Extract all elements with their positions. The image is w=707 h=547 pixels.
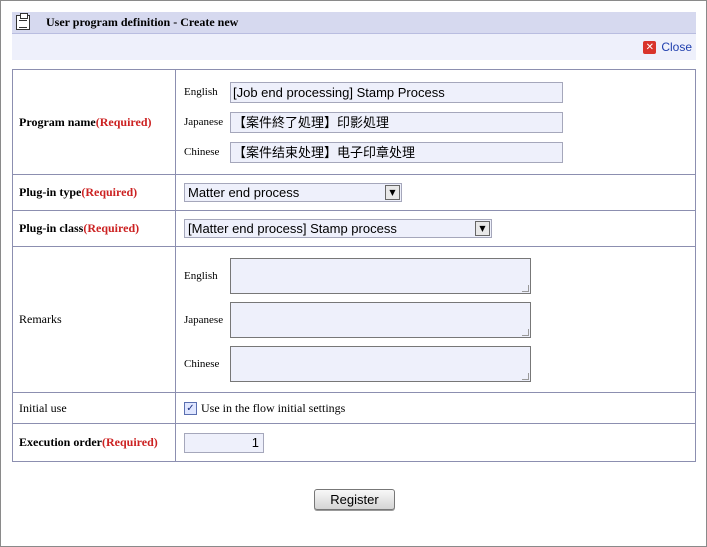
required-marker: (Required) bbox=[102, 435, 158, 449]
plugin-class-label: Plug-in class(Required) bbox=[12, 210, 176, 247]
plugin-class-field: [Matter end process] Stamp process ▼ bbox=[175, 210, 696, 247]
program-name-japanese-input[interactable]: 【案件終了処理】印影処理 bbox=[230, 111, 563, 133]
title-bar: User program definition - Create new bbox=[12, 12, 696, 34]
close-icon: ✕ bbox=[643, 40, 657, 54]
definition-form: Program name(Required) English [Job end … bbox=[12, 69, 696, 462]
chevron-down-icon[interactable]: ▼ bbox=[475, 221, 490, 236]
lang-label: Japanese bbox=[184, 313, 224, 326]
plugin-type-value: Matter end process bbox=[188, 185, 300, 200]
dialog-frame: User program definition - Create new ✕ C… bbox=[0, 0, 707, 547]
plugin-class-value: [Matter end process] Stamp process bbox=[188, 221, 397, 236]
remarks-chinese-row: Chinese bbox=[184, 342, 695, 386]
plugin-class-label-text: Plug-in class bbox=[19, 221, 84, 235]
initial-use-label: Initial use bbox=[12, 392, 176, 424]
lang-label: Chinese bbox=[184, 357, 220, 370]
program-name-chinese-row: Chinese 【案件结束处理】电子印章处理 bbox=[184, 137, 695, 167]
action-bar: ✕ Close bbox=[12, 34, 696, 60]
plugin-class-select[interactable]: [Matter end process] Stamp process ▼ bbox=[184, 219, 492, 238]
lang-label: English bbox=[184, 86, 218, 98]
program-name-english-row: English [Job end processing] Stamp Proce… bbox=[184, 77, 695, 107]
page-title: User program definition - Create new bbox=[46, 15, 239, 29]
execution-order-field: 1 bbox=[175, 423, 696, 462]
program-name-fields: English [Job end processing] Stamp Proce… bbox=[175, 69, 696, 175]
row-initial-use: Initial use ✓ Use in the flow initial se… bbox=[12, 392, 696, 424]
program-name-japanese-row: Japanese 【案件終了処理】印影処理 bbox=[184, 107, 695, 137]
row-remarks: Remarks English Japanese Chinese bbox=[12, 246, 696, 393]
lang-label: Japanese bbox=[184, 116, 224, 128]
clipboard-icon bbox=[16, 13, 30, 30]
plugin-type-label: Plug-in type(Required) bbox=[12, 174, 176, 211]
lang-label: English bbox=[184, 269, 218, 282]
row-execution-order: Execution order(Required) 1 bbox=[12, 423, 696, 462]
remarks-label: Remarks bbox=[12, 246, 176, 393]
plugin-type-label-text: Plug-in type bbox=[19, 185, 82, 199]
program-name-english-input[interactable]: [Job end processing] Stamp Process bbox=[230, 81, 563, 103]
initial-use-checkbox[interactable]: ✓ bbox=[184, 401, 197, 415]
remarks-chinese-textarea[interactable] bbox=[230, 345, 531, 382]
remarks-japanese-textarea[interactable] bbox=[230, 301, 531, 338]
remarks-japanese-row: Japanese bbox=[184, 298, 695, 342]
register-button[interactable]: Register bbox=[314, 489, 395, 510]
initial-use-field: ✓ Use in the flow initial settings bbox=[175, 392, 696, 424]
row-plugin-class: Plug-in class(Required) [Matter end proc… bbox=[12, 210, 696, 247]
plugin-type-field: Matter end process ▼ bbox=[175, 174, 696, 211]
remarks-fields: English Japanese Chinese bbox=[175, 246, 696, 393]
initial-use-checkbox-label[interactable]: Use in the flow initial settings bbox=[201, 401, 345, 416]
execution-order-input[interactable]: 1 bbox=[184, 432, 264, 453]
initial-use-checkbox-row[interactable]: ✓ Use in the flow initial settings bbox=[184, 401, 695, 416]
execution-order-label-text: Execution order bbox=[19, 435, 102, 449]
close-label: Close bbox=[661, 40, 692, 54]
program-name-label: Program name(Required) bbox=[12, 69, 176, 175]
required-marker: (Required) bbox=[95, 114, 152, 129]
required-marker: (Required) bbox=[81, 185, 138, 199]
chevron-down-icon[interactable]: ▼ bbox=[385, 185, 400, 200]
remarks-english-row: English bbox=[184, 254, 695, 298]
required-marker: (Required) bbox=[83, 221, 140, 235]
row-plugin-type: Plug-in type(Required) Matter end proces… bbox=[12, 174, 696, 211]
plugin-type-select[interactable]: Matter end process ▼ bbox=[184, 183, 402, 202]
remarks-english-textarea[interactable] bbox=[230, 257, 531, 294]
row-program-name: Program name(Required) English [Job end … bbox=[12, 69, 696, 175]
close-link[interactable]: ✕ Close bbox=[643, 40, 692, 54]
program-name-label-text: Program name bbox=[19, 114, 96, 129]
program-name-chinese-input[interactable]: 【案件结束处理】电子印章处理 bbox=[230, 141, 563, 163]
lang-label: Chinese bbox=[184, 146, 220, 158]
execution-order-label: Execution order(Required) bbox=[12, 423, 176, 462]
